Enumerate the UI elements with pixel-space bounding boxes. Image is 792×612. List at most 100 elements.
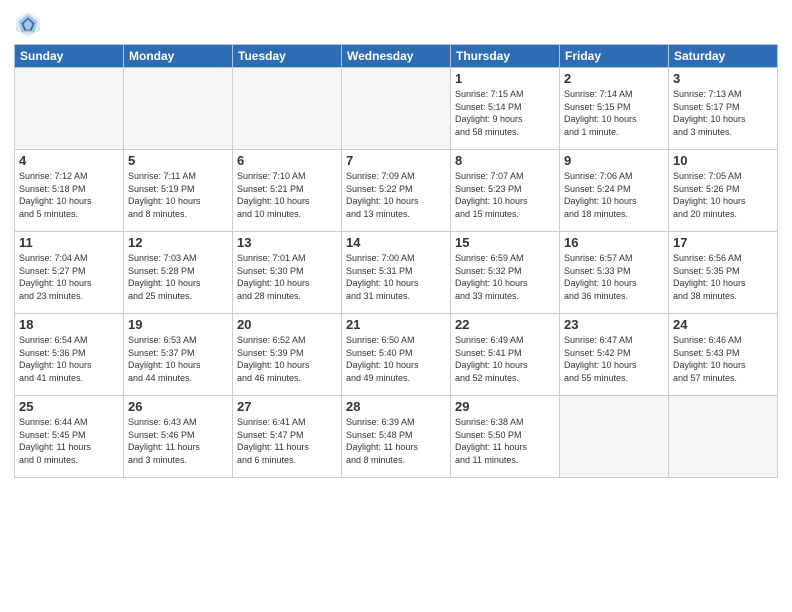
- calendar-cell: 1 Sunrise: 7:15 AM Sunset: 5:14 PM Daylig…: [451, 68, 560, 150]
- day-info: Sunrise: 6:41 AM Sunset: 5:47 PM Dayligh…: [237, 416, 337, 466]
- day-number: 21: [346, 317, 446, 332]
- day-number: 14: [346, 235, 446, 250]
- calendar-cell: 10 Sunrise: 7:05 AM Sunset: 5:26 PM Dayli…: [669, 150, 778, 232]
- day-number: 1: [455, 71, 555, 86]
- calendar-cell: 4 Sunrise: 7:12 AM Sunset: 5:18 PM Daylig…: [15, 150, 124, 232]
- day-info: Sunrise: 6:59 AM Sunset: 5:32 PM Dayligh…: [455, 252, 555, 302]
- calendar-cell: 23 Sunrise: 6:47 AM Sunset: 5:42 PM Dayli…: [560, 314, 669, 396]
- calendar-cell: 8Sunrise: 7:07 AM Sunset: 5:23 PM Daylig…: [451, 150, 560, 232]
- calendar-cell: 2 Sunrise: 7:14 AM Sunset: 5:15 PM Daylig…: [560, 68, 669, 150]
- calendar-week-row: 11 Sunrise: 7:04 AM Sunset: 5:27 PM Dayli…: [15, 232, 778, 314]
- calendar-cell: 22 Sunrise: 6:49 AM Sunset: 5:41 PM Dayli…: [451, 314, 560, 396]
- day-number: 11: [19, 235, 119, 250]
- calendar-week-row: 1 Sunrise: 7:15 AM Sunset: 5:14 PM Daylig…: [15, 68, 778, 150]
- day-info: Sunrise: 7:09 AM Sunset: 5:22 PM Dayligh…: [346, 170, 446, 220]
- day-number: 20: [237, 317, 337, 332]
- day-info: Sunrise: 6:52 AM Sunset: 5:39 PM Dayligh…: [237, 334, 337, 384]
- day-info: Sunrise: 6:57 AM Sunset: 5:33 PM Dayligh…: [564, 252, 664, 302]
- day-number: 2: [564, 71, 664, 86]
- day-number: 3: [673, 71, 773, 86]
- day-number: 13: [237, 235, 337, 250]
- calendar-week-row: 4 Sunrise: 7:12 AM Sunset: 5:18 PM Daylig…: [15, 150, 778, 232]
- day-info: Sunrise: 6:49 AM Sunset: 5:41 PM Dayligh…: [455, 334, 555, 384]
- day-info: Sunrise: 6:47 AM Sunset: 5:42 PM Dayligh…: [564, 334, 664, 384]
- day-info: Sunrise: 7:15 AM Sunset: 5:14 PM Dayligh…: [455, 88, 555, 138]
- calendar-cell: 27Sunrise: 6:41 AM Sunset: 5:47 PM Dayli…: [233, 396, 342, 478]
- day-number: 29: [455, 399, 555, 414]
- day-info: Sunrise: 6:50 AM Sunset: 5:40 PM Dayligh…: [346, 334, 446, 384]
- day-info: Sunrise: 7:11 AM Sunset: 5:19 PM Dayligh…: [128, 170, 228, 220]
- day-number: 18: [19, 317, 119, 332]
- day-info: Sunrise: 7:12 AM Sunset: 5:18 PM Dayligh…: [19, 170, 119, 220]
- day-info: Sunrise: 6:43 AM Sunset: 5:46 PM Dayligh…: [128, 416, 228, 466]
- calendar-cell: [669, 396, 778, 478]
- day-number: 16: [564, 235, 664, 250]
- calendar-cell: 26Sunrise: 6:43 AM Sunset: 5:46 PM Dayli…: [124, 396, 233, 478]
- day-info: Sunrise: 6:54 AM Sunset: 5:36 PM Dayligh…: [19, 334, 119, 384]
- calendar-cell: 3 Sunrise: 7:13 AM Sunset: 5:17 PM Daylig…: [669, 68, 778, 150]
- calendar-cell: 14Sunrise: 7:00 AM Sunset: 5:31 PM Dayli…: [342, 232, 451, 314]
- calendar-cell: 18 Sunrise: 6:54 AM Sunset: 5:36 PM Dayli…: [15, 314, 124, 396]
- calendar-cell: [342, 68, 451, 150]
- calendar-cell: 11 Sunrise: 7:04 AM Sunset: 5:27 PM Dayli…: [15, 232, 124, 314]
- day-number: 22: [455, 317, 555, 332]
- day-number: 10: [673, 153, 773, 168]
- calendar-table: SundayMondayTuesdayWednesdayThursdayFrid…: [14, 44, 778, 478]
- calendar-cell: [233, 68, 342, 150]
- calendar-cell: 16 Sunrise: 6:57 AM Sunset: 5:33 PM Dayli…: [560, 232, 669, 314]
- day-number: 9: [564, 153, 664, 168]
- day-number: 4: [19, 153, 119, 168]
- day-number: 17: [673, 235, 773, 250]
- day-number: 7: [346, 153, 446, 168]
- day-number: 19: [128, 317, 228, 332]
- calendar-cell: 13Sunrise: 7:01 AM Sunset: 5:30 PM Dayli…: [233, 232, 342, 314]
- day-info: Sunrise: 7:04 AM Sunset: 5:27 PM Dayligh…: [19, 252, 119, 302]
- day-info: Sunrise: 6:56 AM Sunset: 5:35 PM Dayligh…: [673, 252, 773, 302]
- day-info: Sunrise: 6:38 AM Sunset: 5:50 PM Dayligh…: [455, 416, 555, 466]
- calendar-cell: 12Sunrise: 7:03 AM Sunset: 5:28 PM Dayli…: [124, 232, 233, 314]
- calendar-cell: 25 Sunrise: 6:44 AM Sunset: 5:45 PM Dayli…: [15, 396, 124, 478]
- calendar-cell: 29 Sunrise: 6:38 AM Sunset: 5:50 PM Dayli…: [451, 396, 560, 478]
- calendar-week-row: 25 Sunrise: 6:44 AM Sunset: 5:45 PM Dayli…: [15, 396, 778, 478]
- calendar-day-header: Wednesday: [342, 45, 451, 68]
- day-info: Sunrise: 7:07 AM Sunset: 5:23 PM Dayligh…: [455, 170, 555, 220]
- calendar-day-header: Monday: [124, 45, 233, 68]
- day-info: Sunrise: 6:39 AM Sunset: 5:48 PM Dayligh…: [346, 416, 446, 466]
- calendar-cell: 20 Sunrise: 6:52 AM Sunset: 5:39 PM Dayli…: [233, 314, 342, 396]
- day-number: 28: [346, 399, 446, 414]
- day-info: Sunrise: 7:03 AM Sunset: 5:28 PM Dayligh…: [128, 252, 228, 302]
- day-info: Sunrise: 6:46 AM Sunset: 5:43 PM Dayligh…: [673, 334, 773, 384]
- day-number: 5: [128, 153, 228, 168]
- day-number: 23: [564, 317, 664, 332]
- calendar-cell: 9 Sunrise: 7:06 AM Sunset: 5:24 PM Daylig…: [560, 150, 669, 232]
- day-info: Sunrise: 7:13 AM Sunset: 5:17 PM Dayligh…: [673, 88, 773, 138]
- calendar-cell: [15, 68, 124, 150]
- calendar-cell: 5 Sunrise: 7:11 AM Sunset: 5:19 PM Daylig…: [124, 150, 233, 232]
- page-header: [14, 10, 778, 38]
- calendar-cell: 28 Sunrise: 6:39 AM Sunset: 5:48 PM Dayli…: [342, 396, 451, 478]
- calendar-day-header: Friday: [560, 45, 669, 68]
- calendar-cell: 19Sunrise: 6:53 AM Sunset: 5:37 PM Dayli…: [124, 314, 233, 396]
- calendar-header-row: SundayMondayTuesdayWednesdayThursdayFrid…: [15, 45, 778, 68]
- calendar-day-header: Saturday: [669, 45, 778, 68]
- logo: [14, 10, 46, 38]
- day-info: Sunrise: 7:05 AM Sunset: 5:26 PM Dayligh…: [673, 170, 773, 220]
- calendar-cell: [124, 68, 233, 150]
- calendar-day-header: Thursday: [451, 45, 560, 68]
- day-number: 24: [673, 317, 773, 332]
- day-number: 25: [19, 399, 119, 414]
- calendar-cell: 15 Sunrise: 6:59 AM Sunset: 5:32 PM Dayli…: [451, 232, 560, 314]
- day-info: Sunrise: 7:14 AM Sunset: 5:15 PM Dayligh…: [564, 88, 664, 138]
- calendar-day-header: Tuesday: [233, 45, 342, 68]
- day-info: Sunrise: 6:44 AM Sunset: 5:45 PM Dayligh…: [19, 416, 119, 466]
- day-info: Sunrise: 7:10 AM Sunset: 5:21 PM Dayligh…: [237, 170, 337, 220]
- day-info: Sunrise: 7:06 AM Sunset: 5:24 PM Dayligh…: [564, 170, 664, 220]
- day-number: 15: [455, 235, 555, 250]
- calendar-day-header: Sunday: [15, 45, 124, 68]
- day-number: 6: [237, 153, 337, 168]
- logo-icon: [14, 10, 42, 38]
- calendar-cell: 6 Sunrise: 7:10 AM Sunset: 5:21 PM Daylig…: [233, 150, 342, 232]
- calendar-cell: 21 Sunrise: 6:50 AM Sunset: 5:40 PM Dayli…: [342, 314, 451, 396]
- calendar-week-row: 18 Sunrise: 6:54 AM Sunset: 5:36 PM Dayli…: [15, 314, 778, 396]
- calendar-cell: 24 Sunrise: 6:46 AM Sunset: 5:43 PM Dayli…: [669, 314, 778, 396]
